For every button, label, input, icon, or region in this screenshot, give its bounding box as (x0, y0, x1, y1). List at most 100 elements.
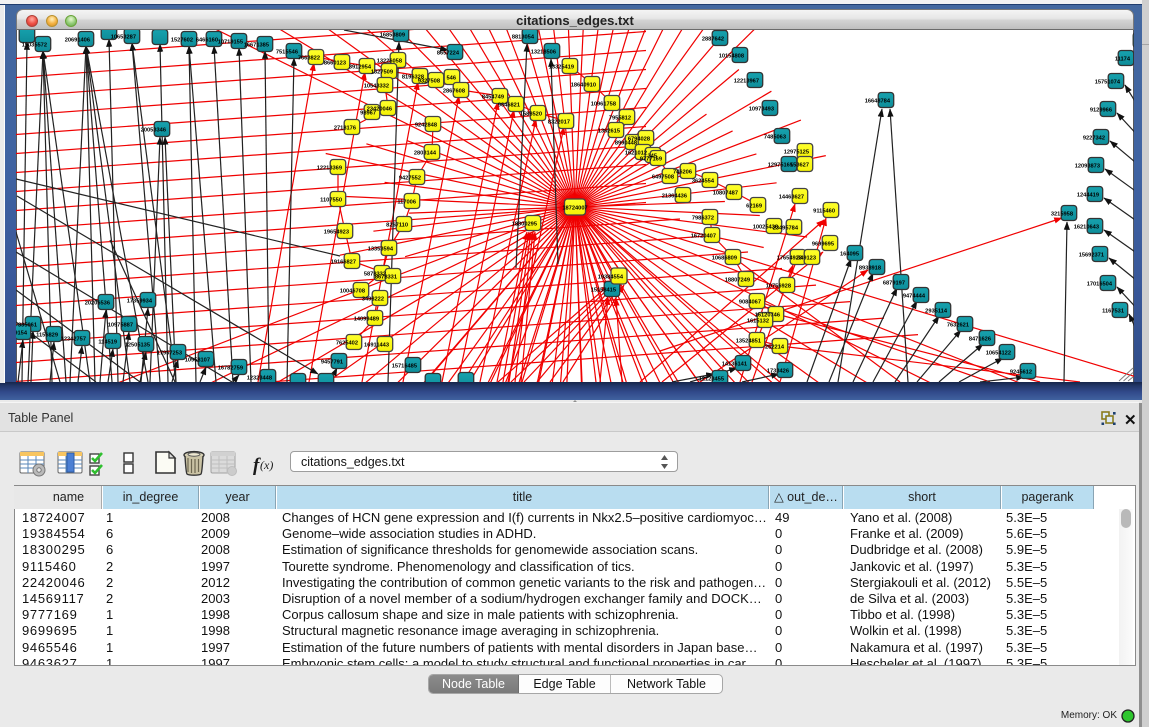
svg-text:18724007: 18724007 (562, 206, 587, 212)
svg-text:252214: 252214 (765, 344, 785, 350)
svg-text:15692371: 15692371 (1079, 252, 1104, 258)
svg-text:8267110: 8267110 (386, 222, 408, 228)
svg-text:9084067: 9084067 (739, 299, 761, 305)
svg-text:1588520: 1588520 (520, 111, 542, 117)
svg-text:13226058: 13226058 (377, 58, 402, 64)
svg-text:7515546: 7515546 (276, 49, 298, 55)
svg-text:6794028: 6794028 (628, 136, 650, 142)
svg-text:9245612: 9245612 (1010, 369, 1032, 375)
svg-text:8471626: 8471626 (969, 336, 991, 342)
svg-text:1156829: 1156829 (36, 332, 58, 338)
svg-text:10958107: 10958107 (185, 357, 210, 363)
svg-text:23495784: 23495784 (773, 225, 799, 231)
svg-text:17957253: 17957253 (157, 350, 182, 356)
svg-text:39154: 39154 (16, 330, 28, 336)
svg-text:9227342: 9227342 (1083, 135, 1105, 141)
svg-text:8454749: 8454749 (482, 94, 504, 100)
svg-text:18640910: 18640910 (571, 82, 596, 88)
svg-text:12323448: 12323448 (247, 375, 272, 381)
svg-text:1362615: 1362615 (598, 128, 620, 134)
svg-text:3215958: 3215958 (1051, 211, 1073, 217)
svg-text:1733426: 1733426 (767, 368, 789, 374)
svg-text:7632621: 7632621 (947, 322, 969, 328)
svg-text:7663822: 7663822 (298, 55, 320, 61)
svg-text:2887642: 2887642 (702, 36, 724, 42)
svg-text:10686809: 10686809 (712, 255, 737, 261)
svg-text:12342757: 12342757 (61, 336, 86, 342)
svg-text:8322017: 8322017 (548, 119, 570, 125)
svg-text:1527602: 1527602 (171, 37, 193, 43)
svg-text:12975125: 12975125 (784, 149, 809, 155)
svg-text:9242848: 9242848 (415, 122, 437, 128)
svg-text:7485063: 7485063 (764, 134, 786, 140)
svg-text:16648784: 16648784 (865, 98, 891, 104)
svg-text:3624554: 3624554 (692, 178, 715, 184)
svg-text:14099489: 14099489 (354, 316, 379, 322)
svg-text:14136141: 14136141 (722, 361, 747, 367)
svg-text:(x): (x) (260, 458, 273, 472)
svg-text:9777169: 9777169 (640, 156, 662, 162)
svg-text:153627: 153627 (790, 162, 809, 168)
svg-text:20053346: 20053346 (141, 127, 166, 133)
svg-text:62169: 62169 (746, 203, 762, 209)
svg-text:6497508: 6497508 (652, 174, 674, 180)
svg-text:13325419: 13325419 (549, 64, 574, 70)
svg-text:9646821: 9646821 (498, 102, 520, 108)
svg-text:14463627: 14463627 (779, 194, 804, 200)
svg-text:8678331: 8678331 (375, 274, 397, 280)
svg-text:10543332: 10543332 (364, 83, 389, 89)
svg-text:19035572: 19035572 (22, 42, 47, 48)
svg-text:10975887: 10975887 (108, 322, 133, 328)
svg-text:9457791: 9457791 (321, 359, 343, 365)
svg-text:164095: 164095 (840, 251, 859, 257)
svg-text:16911443: 16911443 (364, 342, 389, 348)
svg-text:1107550: 1107550 (320, 197, 342, 203)
svg-text:20691406: 20691406 (65, 37, 90, 43)
svg-text:16210643: 16210643 (1074, 224, 1099, 230)
svg-text:16671385: 16671385 (244, 42, 269, 48)
svg-text:2803144: 2803144 (414, 150, 437, 156)
svg-text:9699695: 9699695 (812, 241, 834, 247)
svg-text:1615132: 1615132 (747, 318, 769, 324)
svg-text:9115460: 9115460 (813, 208, 835, 214)
svg-text:2867608: 2867608 (443, 88, 465, 94)
svg-text:11174: 11174 (1115, 56, 1131, 62)
svg-text:16782759: 16782759 (218, 365, 243, 371)
svg-text:8813054: 8813054 (512, 34, 535, 40)
svg-text:117006: 117006 (397, 199, 416, 205)
svg-text:19166827: 19166827 (331, 259, 356, 265)
svg-text:15158415: 15158415 (591, 287, 616, 293)
svg-text:10973493: 10973493 (749, 106, 774, 112)
svg-text:6466160: 6466160 (196, 37, 218, 43)
svg-text:10719155: 10719155 (218, 39, 243, 45)
svg-text:12505135: 12505135 (125, 342, 150, 348)
svg-text:10154808: 10154808 (719, 53, 744, 59)
svg-text:12213369: 12213369 (317, 165, 342, 171)
svg-text:12123455: 12123455 (699, 376, 724, 382)
svg-text:1167531: 1167531 (1102, 308, 1124, 314)
svg-text:15716485: 15716485 (392, 363, 417, 369)
svg-text:13524851: 13524851 (736, 338, 761, 344)
svg-text:10756928: 10756928 (766, 283, 791, 289)
svg-text:10961758: 10961758 (591, 101, 616, 107)
svg-text:10807487: 10807487 (713, 190, 738, 196)
svg-text:12213967: 12213967 (734, 78, 759, 84)
svg-text:10654122: 10654122 (986, 350, 1011, 356)
svg-text:16853809: 16853809 (380, 32, 405, 38)
svg-text:2935114: 2935114 (925, 308, 948, 314)
svg-text:6879197: 6879197 (883, 280, 905, 286)
svg-text:10046708: 10046708 (340, 288, 365, 294)
svg-text:9427552: 9427552 (399, 175, 421, 181)
svg-text:19384554: 19384554 (598, 274, 624, 280)
svg-text:7986372: 7986372 (692, 215, 714, 221)
svg-text:1327509: 1327509 (371, 69, 393, 75)
svg-text:13353594: 13353594 (368, 246, 394, 252)
svg-text:7625402: 7625402 (336, 340, 358, 346)
svg-text:10653287: 10653287 (111, 34, 136, 40)
svg-text:13218506: 13218506 (531, 49, 556, 55)
svg-text:15751074: 15751074 (1095, 79, 1121, 85)
svg-text:746206: 746206 (673, 169, 692, 175)
svg-text:349123: 349123 (797, 255, 816, 261)
svg-text:98967: 98967 (360, 110, 376, 116)
svg-text:9474444: 9474444 (903, 293, 926, 299)
